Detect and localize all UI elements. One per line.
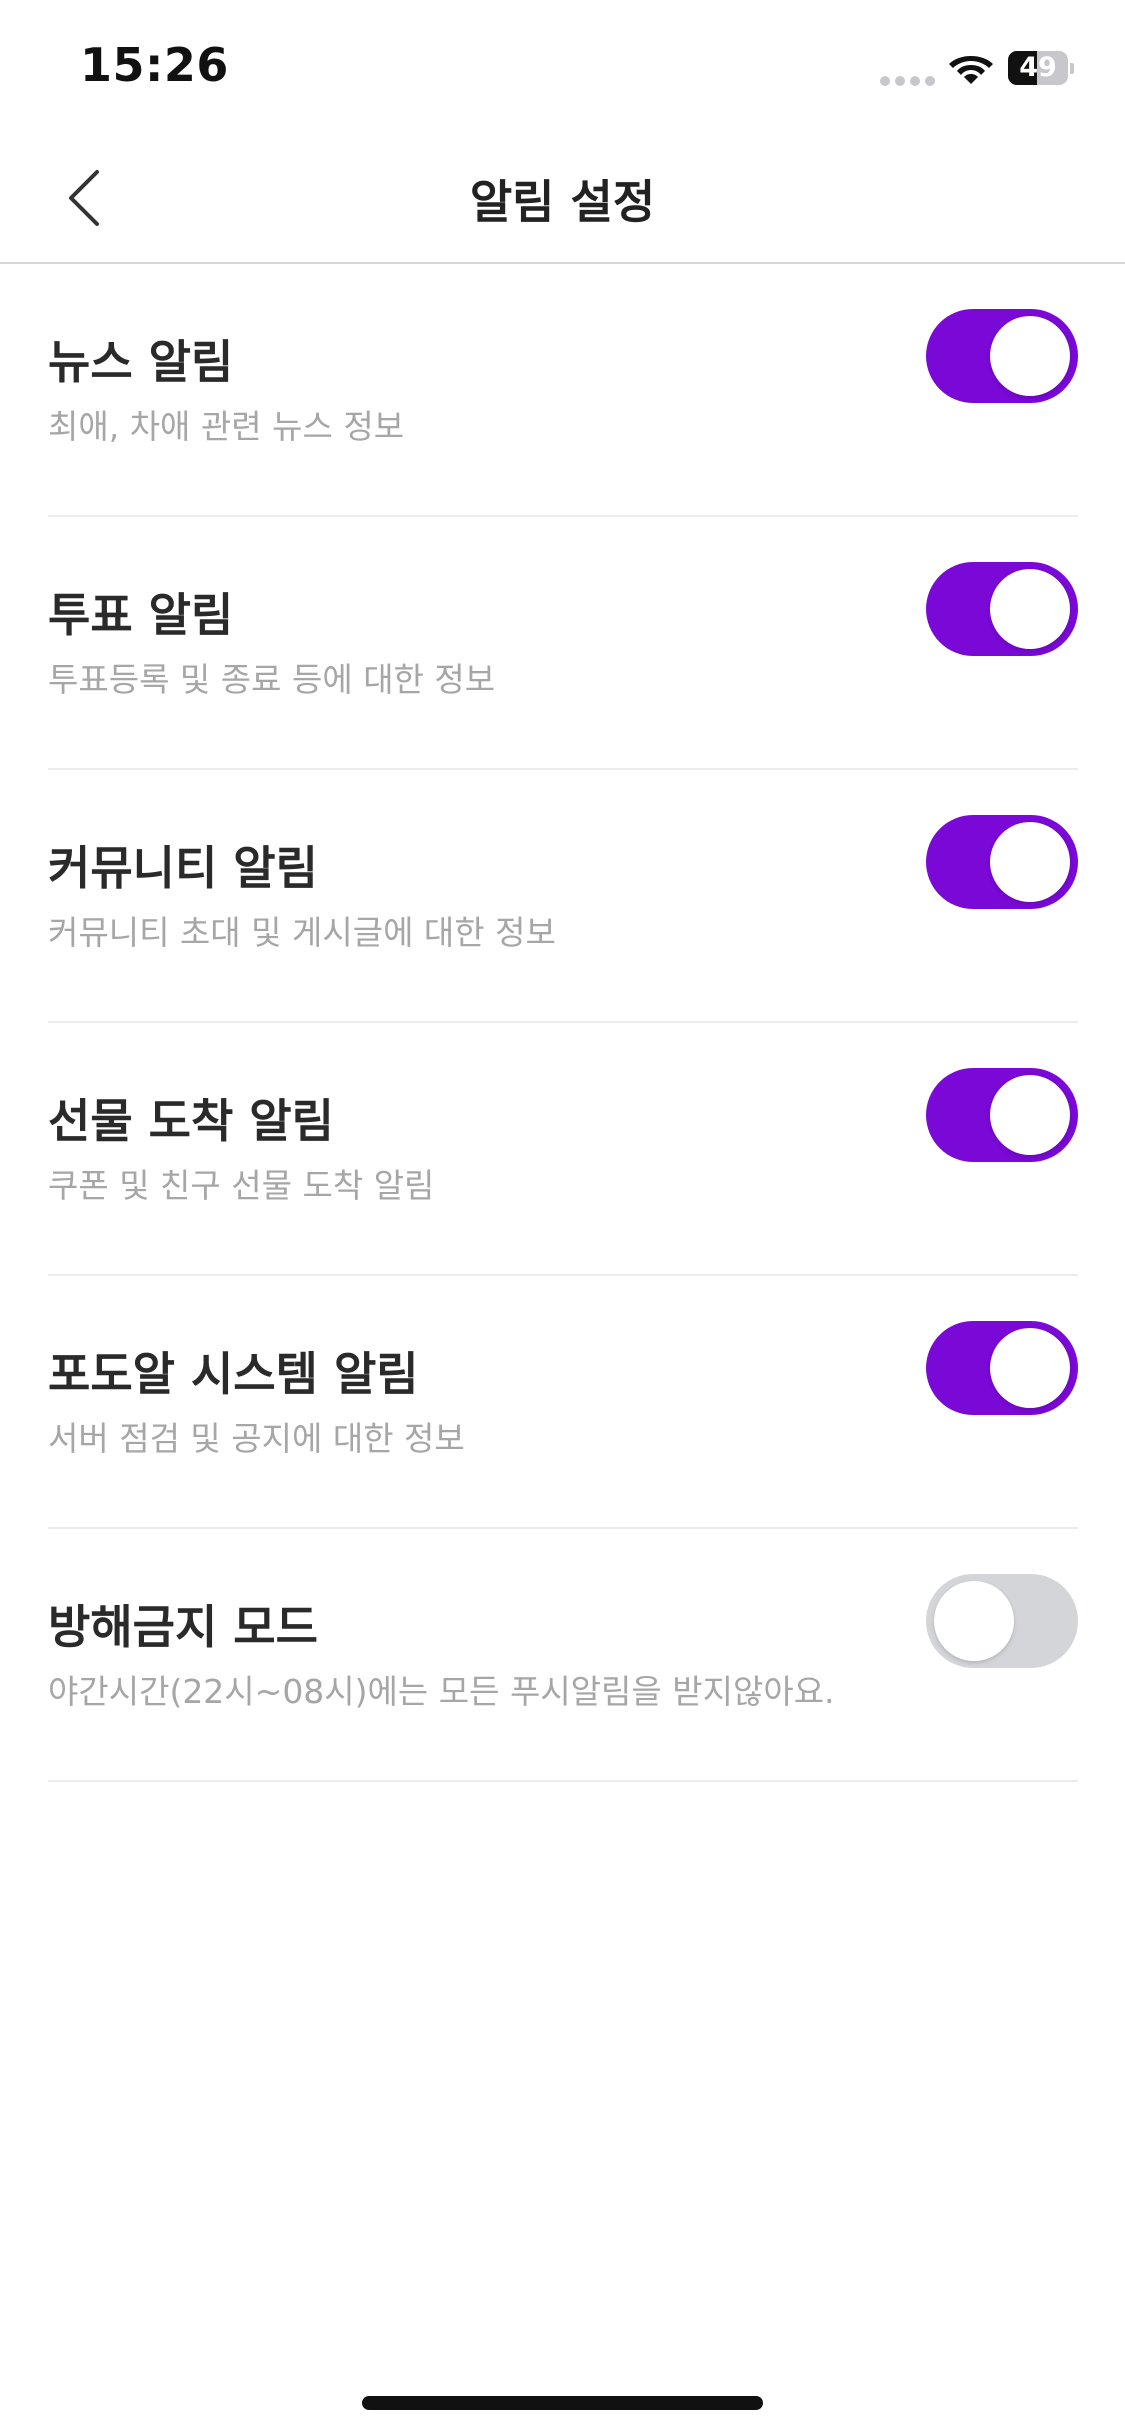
setting-description: 쿠폰 및 친구 선물 도착 알림 [48, 1166, 435, 1205]
setting-title: 선물 도착 알림 [48, 1094, 334, 1148]
setting-title: 포도알 시스템 알림 [48, 1347, 419, 1401]
setting-description: 투표등록 및 종료 등에 대한 정보 [48, 660, 496, 699]
news-notification-toggle[interactable] [926, 309, 1078, 403]
do-not-disturb-toggle[interactable] [926, 1574, 1078, 1668]
setting-row-vote: 투표 알림 투표등록 및 종료 등에 대한 정보 [48, 517, 1078, 770]
setting-row-gift: 선물 도착 알림 쿠폰 및 친구 선물 도착 알림 [48, 1023, 1078, 1276]
setting-title: 방해금지 모드 [48, 1600, 318, 1654]
page-title: 알림 설정 [469, 175, 656, 229]
setting-title: 투표 알림 [48, 588, 234, 642]
setting-title: 커뮤니티 알림 [48, 841, 318, 895]
setting-description: 서버 점검 및 공지에 대한 정보 [48, 1419, 465, 1458]
toggle-knob [990, 822, 1070, 902]
toggle-knob [990, 569, 1070, 649]
setting-description: 최애, 차애 관련 뉴스 정보 [48, 407, 405, 446]
battery-level: 49 [1019, 52, 1057, 83]
setting-description: 야간시간(22시~08시)에는 모든 푸시알림을 받지않아요. [48, 1672, 835, 1711]
status-bar: 15:26 49 [0, 0, 1125, 132]
community-notification-toggle[interactable] [926, 815, 1078, 909]
toggle-knob [990, 1328, 1070, 1408]
setting-row-community: 커뮤니티 알림 커뮤니티 초대 및 게시글에 대한 정보 [48, 770, 1078, 1023]
toggle-knob [990, 1075, 1070, 1155]
home-indicator [362, 2396, 763, 2410]
setting-title: 뉴스 알림 [48, 335, 234, 389]
notification-settings-screen: 15:26 49 알림 설정 뉴스 알림 최애, 차애 관련 뉴스 정보 투표 … [0, 0, 1125, 2436]
gift-arrival-notification-toggle[interactable] [926, 1068, 1078, 1162]
battery-icon: 49 [1008, 51, 1074, 85]
navigation-bar: 알림 설정 [0, 132, 1125, 264]
setting-row-system: 포도알 시스템 알림 서버 점검 및 공지에 대한 정보 [48, 1276, 1078, 1529]
setting-row-news: 뉴스 알림 최애, 차애 관련 뉴스 정보 [48, 264, 1078, 517]
settings-list: 뉴스 알림 최애, 차애 관련 뉴스 정보 투표 알림 투표등록 및 종료 등에… [48, 264, 1078, 1782]
toggle-knob [934, 1581, 1014, 1661]
setting-row-do-not-disturb: 방해금지 모드 야간시간(22시~08시)에는 모든 푸시알림을 받지않아요. [48, 1529, 1078, 1782]
signal-dots-icon [880, 76, 936, 86]
status-time: 15:26 [80, 38, 229, 92]
vote-notification-toggle[interactable] [926, 562, 1078, 656]
system-notification-toggle[interactable] [926, 1321, 1078, 1415]
wifi-icon [949, 56, 993, 84]
setting-description: 커뮤니티 초대 및 게시글에 대한 정보 [48, 913, 556, 952]
toggle-knob [990, 316, 1070, 396]
